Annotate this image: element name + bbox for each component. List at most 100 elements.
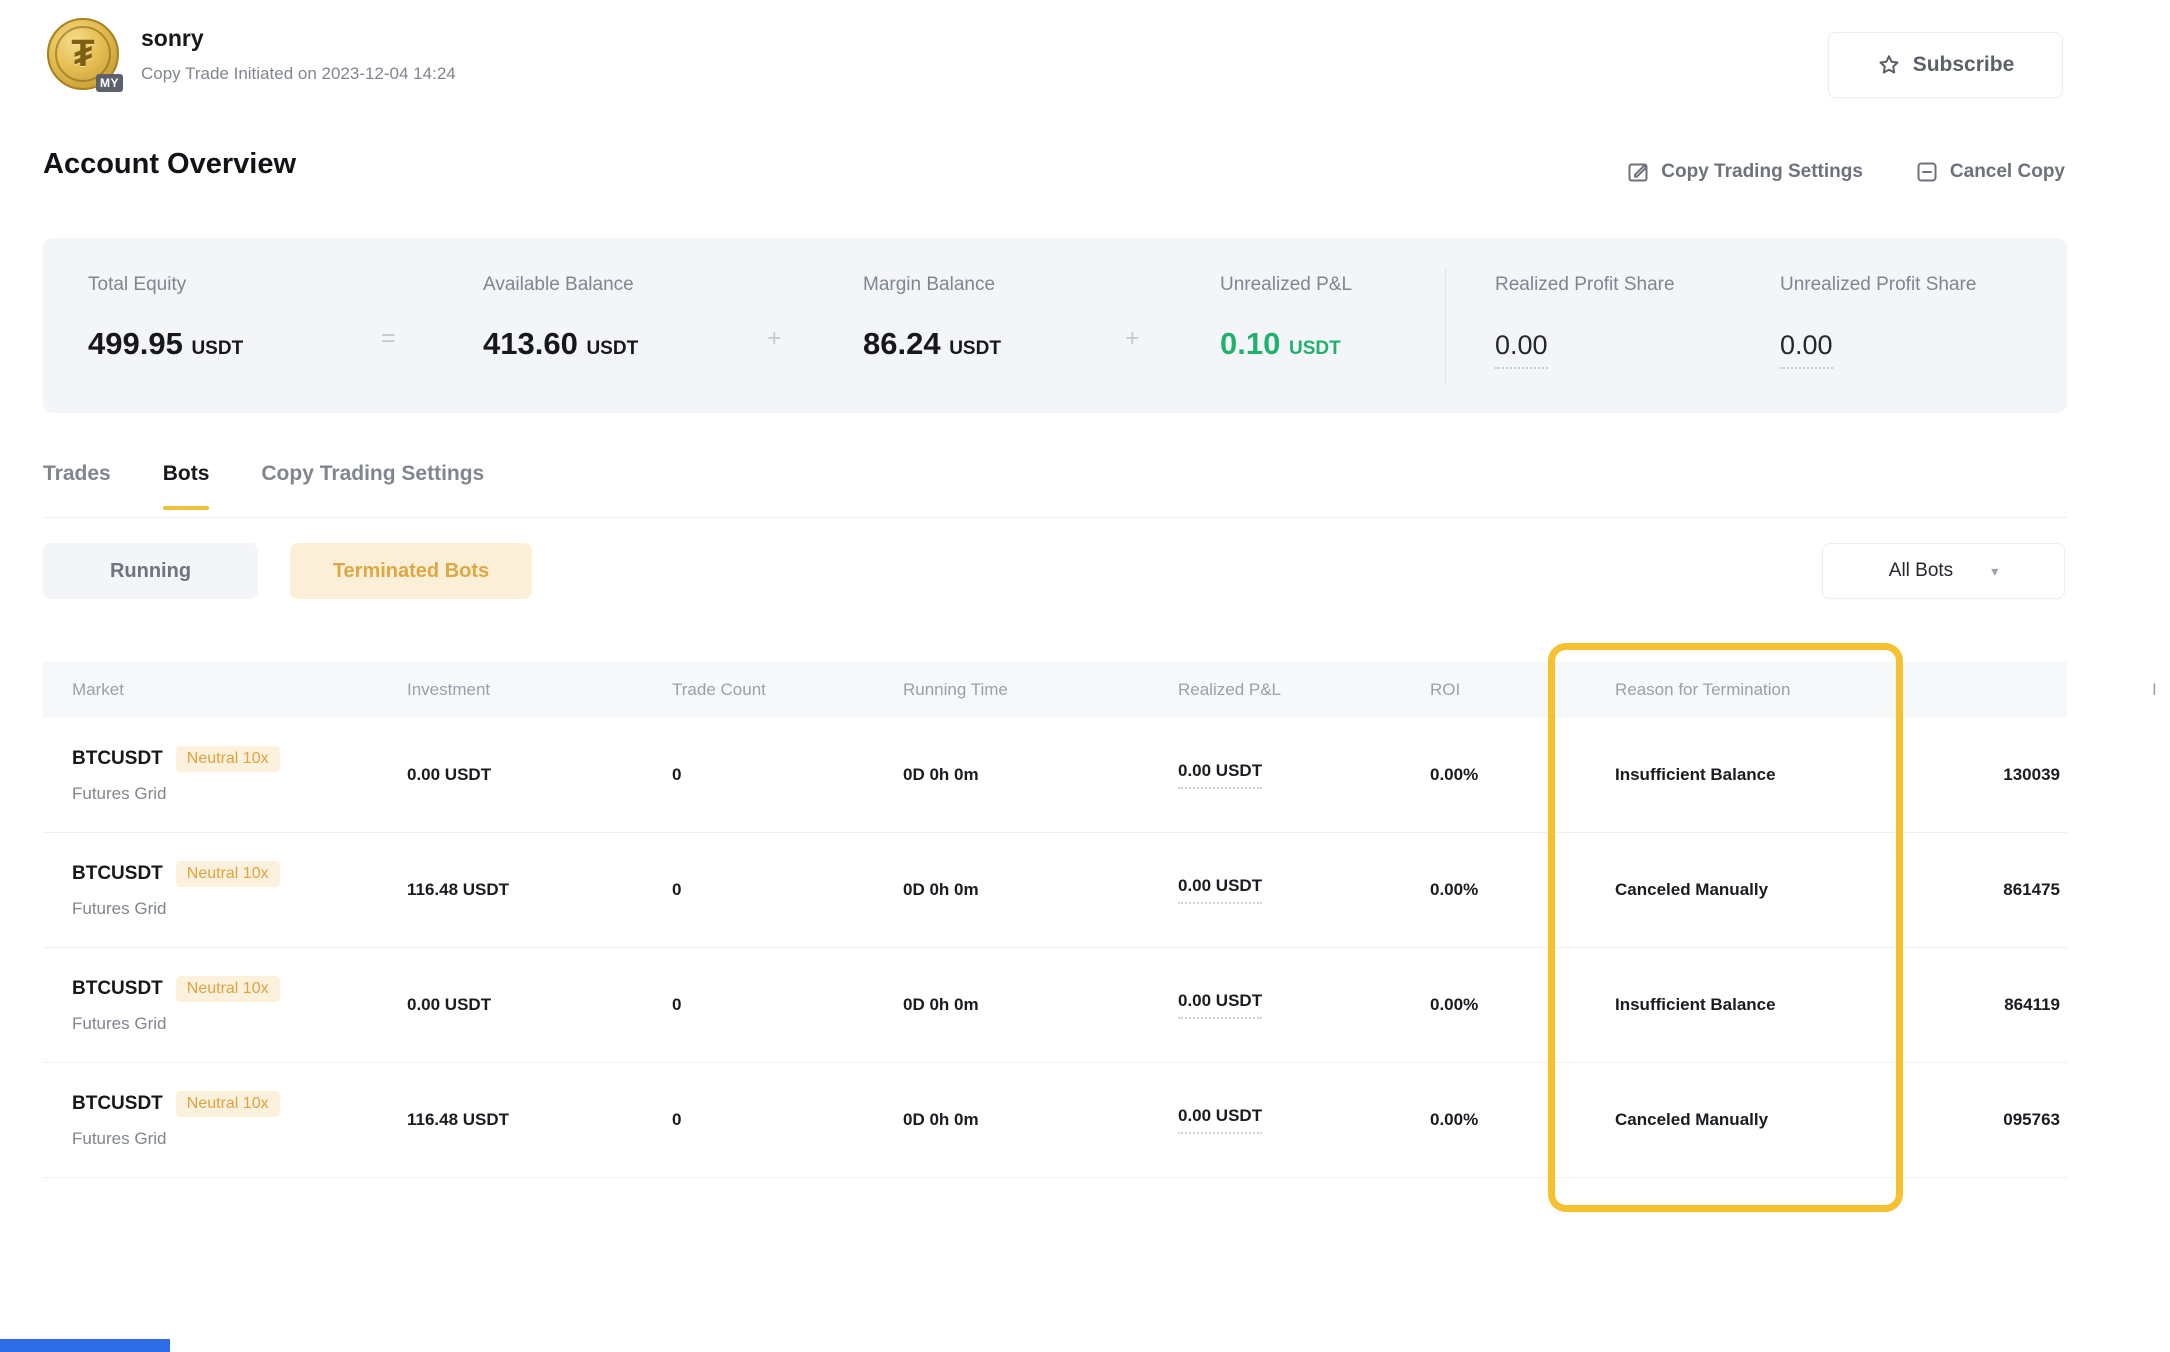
tab-bots[interactable]: Bots	[163, 462, 210, 510]
plus-operator: +	[1125, 324, 1140, 353]
trade-count-cell: 0	[672, 1110, 903, 1130]
market-symbol: BTCUSDT	[72, 1093, 163, 1115]
minus-square-icon	[1915, 160, 1939, 184]
tab-copy-trading-settings[interactable]: Copy Trading Settings	[261, 462, 484, 510]
stat-value: 0.00	[1780, 330, 1833, 369]
trader-name: sonry	[141, 25, 456, 52]
avatar[interactable]: ₮ MY	[47, 18, 119, 90]
column-header-realized-pnl: Realized P&L	[1178, 680, 1430, 700]
all-bots-dropdown[interactable]: All Bots ▾	[1822, 543, 2065, 599]
trade-count-cell: 0	[672, 880, 903, 900]
table-row[interactable]: BTCUSDT Neutral 10x Futures Grid 0.00 US…	[43, 718, 2067, 833]
stat-value: 86.24	[863, 326, 941, 361]
stat-label: Margin Balance	[863, 274, 1001, 296]
tabs-divider	[43, 517, 2067, 518]
plus-operator: +	[767, 324, 782, 353]
bot-id-cell: 864119	[1905, 995, 2067, 1015]
stat-unit: USDT	[586, 338, 638, 359]
column-header-trade-count: Trade Count	[672, 680, 903, 700]
copy-trading-page: ₮ MY sonry Copy Trade Initiated on 2023-…	[0, 0, 2170, 1352]
avatar-my-badge: MY	[96, 74, 123, 92]
clipped-column-header: I	[2152, 680, 2165, 702]
stat-available-balance: Available Balance 413.60 USDT	[483, 274, 638, 362]
tab-bar: Trades Bots Copy Trading Settings	[43, 462, 484, 510]
bot-type-label: Futures Grid	[72, 784, 407, 804]
table-row[interactable]: BTCUSDT Neutral 10x Futures Grid 116.48 …	[43, 1063, 2067, 1178]
copy-trading-settings-label: Copy Trading Settings	[1661, 161, 1863, 183]
market-symbol: BTCUSDT	[72, 748, 163, 770]
termination-reason-cell: Canceled Manually	[1615, 880, 1905, 900]
bot-type-label: Futures Grid	[72, 1129, 407, 1149]
stats-divider	[1445, 268, 1446, 386]
stat-margin-balance: Margin Balance 86.24 USDT	[863, 274, 1001, 362]
subscribe-label: Subscribe	[1913, 53, 2015, 77]
cancel-copy-button[interactable]: Cancel Copy	[1915, 160, 2065, 184]
market-cell: BTCUSDT Neutral 10x Futures Grid	[43, 1091, 407, 1149]
running-time-cell: 0D 0h 0m	[903, 880, 1178, 900]
column-header-running-time: Running Time	[903, 680, 1178, 700]
running-time-cell: 0D 0h 0m	[903, 1110, 1178, 1130]
star-icon	[1877, 53, 1901, 77]
trade-count-cell: 0	[672, 995, 903, 1015]
roi-cell: 0.00%	[1430, 1110, 1615, 1130]
market-cell: BTCUSDT Neutral 10x Futures Grid	[43, 746, 407, 804]
roi-cell: 0.00%	[1430, 995, 1615, 1015]
roi-cell: 0.00%	[1430, 880, 1615, 900]
copy-trading-settings-button[interactable]: Copy Trading Settings	[1626, 160, 1863, 184]
table-row[interactable]: BTCUSDT Neutral 10x Futures Grid 0.00 US…	[43, 948, 2067, 1063]
running-time-cell: 0D 0h 0m	[903, 765, 1178, 785]
strategy-badge: Neutral 10x	[176, 861, 280, 887]
edit-icon	[1626, 160, 1650, 184]
stat-label: Realized Profit Share	[1495, 274, 1675, 296]
stat-unit: USDT	[1289, 338, 1341, 359]
market-symbol: BTCUSDT	[72, 978, 163, 1000]
investment-cell: 116.48 USDT	[407, 880, 672, 900]
realized-pnl-cell: 0.00 USDT	[1178, 876, 1430, 904]
trader-profile: ₮ MY sonry Copy Trade Initiated on 2023-…	[47, 18, 456, 90]
running-filter-button[interactable]: Running	[43, 543, 258, 599]
termination-reason-cell: Insufficient Balance	[1615, 995, 1905, 1015]
stat-value: 0.10	[1220, 326, 1280, 361]
realized-pnl-cell: 0.00 USDT	[1178, 761, 1430, 789]
terminated-bots-filter-button[interactable]: Terminated Bots	[290, 543, 532, 599]
bottom-blue-bar	[0, 1339, 170, 1352]
stat-unrealized-pnl: Unrealized P&L 0.10 USDT	[1220, 274, 1352, 362]
subscribe-button[interactable]: Subscribe	[1828, 32, 2063, 98]
stat-total-equity: Total Equity 499.95 USDT	[88, 274, 243, 362]
column-header-investment: Investment	[407, 680, 672, 700]
stat-label: Unrealized P&L	[1220, 274, 1352, 296]
dropdown-value: All Bots	[1889, 560, 1953, 582]
bot-id-cell: 861475	[1905, 880, 2067, 900]
table-header-row: Market Investment Trade Count Running Ti…	[43, 662, 2067, 718]
table-row[interactable]: BTCUSDT Neutral 10x Futures Grid 116.48 …	[43, 833, 2067, 948]
column-header-reason: Reason for Termination	[1615, 680, 1905, 700]
strategy-badge: Neutral 10x	[176, 1091, 280, 1117]
realized-pnl-cell: 0.00 USDT	[1178, 991, 1430, 1019]
bot-type-label: Futures Grid	[72, 1014, 407, 1034]
termination-reason-cell: Insufficient Balance	[1615, 765, 1905, 785]
page-title: Account Overview	[43, 148, 296, 181]
tab-trades[interactable]: Trades	[43, 462, 111, 510]
stat-value: 413.60	[483, 326, 578, 361]
market-cell: BTCUSDT Neutral 10x Futures Grid	[43, 976, 407, 1034]
stat-unit: USDT	[949, 338, 1001, 359]
stat-value: 0.00	[1495, 330, 1548, 369]
termination-reason-cell: Canceled Manually	[1615, 1110, 1905, 1130]
chevron-down-icon: ▾	[1991, 563, 1998, 580]
investment-cell: 0.00 USDT	[407, 765, 672, 785]
stat-unrealized-profit-share: Unrealized Profit Share 0.00	[1780, 274, 1976, 369]
stat-label: Total Equity	[88, 274, 243, 296]
table-body: BTCUSDT Neutral 10x Futures Grid 0.00 US…	[43, 718, 2067, 1178]
column-header-market: Market	[43, 680, 407, 700]
strategy-badge: Neutral 10x	[176, 976, 280, 1002]
stat-unit: USDT	[191, 338, 243, 359]
stat-realized-profit-share: Realized Profit Share 0.00	[1495, 274, 1675, 369]
account-overview-panel: Total Equity 499.95 USDT = Available Bal…	[43, 238, 2067, 413]
frozen-right-column: I	[2067, 662, 2170, 1179]
market-symbol: BTCUSDT	[72, 863, 163, 885]
bot-type-label: Futures Grid	[72, 899, 407, 919]
market-cell: BTCUSDT Neutral 10x Futures Grid	[43, 861, 407, 919]
bot-id-cell: 130039	[1905, 765, 2067, 785]
investment-cell: 0.00 USDT	[407, 995, 672, 1015]
stat-label: Available Balance	[483, 274, 638, 296]
